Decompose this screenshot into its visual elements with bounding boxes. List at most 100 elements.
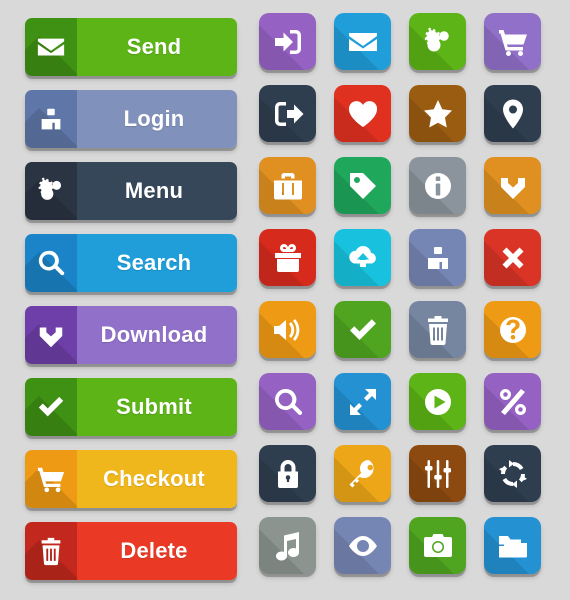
delete-button[interactable]: Delete bbox=[25, 522, 237, 580]
envelope-icon bbox=[347, 26, 379, 58]
icon-set-canvas: Send Login Menu Search Download Submit Checko… bbox=[0, 0, 570, 600]
button-label: Search bbox=[116, 250, 192, 275]
download-chevron-icon bbox=[36, 320, 66, 350]
envelope-icon bbox=[36, 32, 66, 62]
icon-tile-location-pin[interactable] bbox=[484, 85, 541, 142]
button-label-pane: Checkout bbox=[77, 450, 237, 508]
magnifier-icon bbox=[272, 386, 304, 418]
icon-tile-trash[interactable] bbox=[409, 301, 466, 358]
gift-icon bbox=[272, 242, 304, 274]
icon-tile-gift[interactable] bbox=[259, 229, 316, 286]
button-label: Checkout bbox=[103, 466, 205, 491]
button-icon-pane bbox=[25, 306, 77, 364]
key-icon bbox=[347, 458, 379, 490]
button-icon-pane bbox=[25, 90, 77, 148]
cart-icon bbox=[497, 26, 529, 58]
cloud-upload-icon bbox=[347, 242, 379, 274]
button-label-pane: Menu bbox=[77, 162, 237, 220]
button-label-pane: Send bbox=[77, 18, 237, 76]
icon-tile-key[interactable] bbox=[334, 445, 391, 502]
user-org-icon bbox=[36, 104, 66, 134]
button-label: Login bbox=[123, 106, 185, 131]
icon-tile-close-x[interactable] bbox=[484, 229, 541, 286]
icon-tile-play[interactable] bbox=[409, 373, 466, 430]
tag-icon bbox=[347, 170, 379, 202]
icon-tile-envelope[interactable] bbox=[334, 13, 391, 70]
icon-tile-magnifier[interactable] bbox=[259, 373, 316, 430]
button-label: Delete bbox=[120, 538, 188, 563]
check-icon bbox=[36, 392, 66, 422]
icon-tile-eye[interactable] bbox=[334, 517, 391, 574]
button-icon-pane bbox=[25, 234, 77, 292]
icon-tile-lock[interactable] bbox=[259, 445, 316, 502]
briefcase-icon bbox=[272, 170, 304, 202]
play-icon bbox=[422, 386, 454, 418]
star-icon bbox=[422, 98, 454, 130]
magnifier-icon bbox=[36, 248, 66, 278]
icon-tile-download-chevron[interactable] bbox=[484, 157, 541, 214]
button-icon-pane bbox=[25, 522, 77, 580]
trash-icon bbox=[422, 314, 454, 346]
login-arrow-icon bbox=[272, 26, 304, 58]
button-icon-pane bbox=[25, 450, 77, 508]
button-label-pane: Search bbox=[77, 234, 237, 292]
download-chevron-icon bbox=[497, 170, 529, 202]
send-button[interactable]: Send bbox=[25, 18, 237, 76]
search-button[interactable]: Search bbox=[25, 234, 237, 292]
icon-tile-cloud-upload[interactable] bbox=[334, 229, 391, 286]
eye-icon bbox=[347, 530, 379, 562]
icon-tile-check[interactable] bbox=[334, 301, 391, 358]
icon-tile-cart[interactable] bbox=[484, 13, 541, 70]
music-note-icon bbox=[272, 530, 304, 562]
icon-tile-folder[interactable] bbox=[484, 517, 541, 574]
sliders-icon bbox=[422, 458, 454, 490]
user-org-icon bbox=[422, 242, 454, 274]
cart-icon bbox=[36, 464, 66, 494]
submit-button[interactable]: Submit bbox=[25, 378, 237, 436]
info-icon bbox=[422, 170, 454, 202]
menu-button[interactable]: Menu bbox=[25, 162, 237, 220]
button-label: Send bbox=[126, 34, 182, 59]
heart-icon bbox=[347, 98, 379, 130]
folder-icon bbox=[497, 530, 529, 562]
expand-arrows-icon bbox=[347, 386, 379, 418]
icon-tile-login-arrow[interactable] bbox=[259, 13, 316, 70]
button-label: Menu bbox=[124, 178, 184, 203]
icon-tile-sliders[interactable] bbox=[409, 445, 466, 502]
button-label-pane: Login bbox=[77, 90, 237, 148]
download-button[interactable]: Download bbox=[25, 306, 237, 364]
icon-tile-expand-arrows[interactable] bbox=[334, 373, 391, 430]
button-label-pane: Submit bbox=[77, 378, 237, 436]
icon-tile-music-note[interactable] bbox=[259, 517, 316, 574]
location-pin-icon bbox=[497, 98, 529, 130]
icon-tile-gears[interactable] bbox=[409, 13, 466, 70]
percent-icon bbox=[497, 386, 529, 418]
lock-icon bbox=[272, 458, 304, 490]
icon-tile-question[interactable] bbox=[484, 301, 541, 358]
button-label-pane: Delete bbox=[77, 522, 237, 580]
question-icon bbox=[497, 314, 529, 346]
icon-tile-user-org[interactable] bbox=[409, 229, 466, 286]
checkout-button[interactable]: Checkout bbox=[25, 450, 237, 508]
refresh-icon bbox=[497, 458, 529, 490]
icon-tile-refresh[interactable] bbox=[484, 445, 541, 502]
icon-tile-info[interactable] bbox=[409, 157, 466, 214]
button-label: Download bbox=[100, 322, 208, 347]
speaker-icon bbox=[272, 314, 304, 346]
check-icon bbox=[347, 314, 379, 346]
button-label-pane: Download bbox=[77, 306, 237, 364]
icon-tile-heart[interactable] bbox=[334, 85, 391, 142]
gears-icon bbox=[36, 176, 66, 206]
icon-tile-percent[interactable] bbox=[484, 373, 541, 430]
button-label: Submit bbox=[116, 394, 192, 419]
icon-tile-speaker[interactable] bbox=[259, 301, 316, 358]
icon-tile-briefcase[interactable] bbox=[259, 157, 316, 214]
icon-tile-logout-arrow[interactable] bbox=[259, 85, 316, 142]
gears-icon bbox=[422, 26, 454, 58]
icon-tile-camera[interactable] bbox=[409, 517, 466, 574]
button-icon-pane bbox=[25, 162, 77, 220]
logout-arrow-icon bbox=[272, 98, 304, 130]
login-button[interactable]: Login bbox=[25, 90, 237, 148]
icon-tile-star[interactable] bbox=[409, 85, 466, 142]
icon-tile-tag[interactable] bbox=[334, 157, 391, 214]
